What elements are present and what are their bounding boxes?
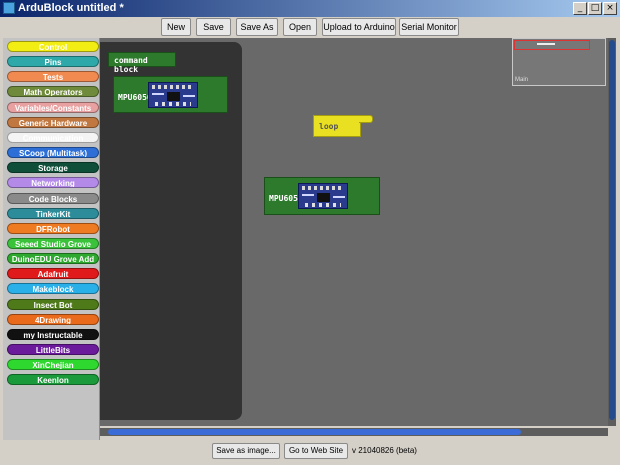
palette-category-control[interactable]: Control [7, 41, 99, 52]
minimap[interactable]: Main [512, 38, 606, 86]
palette-category-keenlon[interactable]: Keenlon [7, 374, 99, 386]
palette-category-tinkerkit[interactable]: TinkerKit [7, 207, 99, 219]
palette-category-code-blocks[interactable]: Code Blocks [7, 192, 99, 204]
palette-category-variables-constants[interactable]: Variables/Constants [7, 101, 99, 113]
palette-category-adafruit[interactable]: Adafruit [7, 268, 99, 280]
loop-block[interactable]: loop [313, 115, 361, 137]
palette-category-xinchejian[interactable]: XinChejian [7, 359, 99, 371]
upload-to-arduino-button[interactable]: Upload to Arduino [322, 18, 396, 36]
vertical-scrollbar[interactable] [608, 38, 616, 426]
palette-category-littlebits[interactable]: LittleBits [7, 344, 99, 355]
drawer-mpu6050-label: MPU6050 [118, 93, 152, 102]
maximize-icon[interactable]: □ [588, 2, 602, 15]
palette-category-storage[interactable]: Storage [7, 162, 99, 174]
window-title: ArduBlock untitled * [18, 2, 124, 14]
go-to-web-site-button[interactable]: Go to Web Site [284, 443, 348, 459]
palette-category-insect-bot[interactable]: Insect Bot [7, 298, 99, 310]
palette-category-dfrobot[interactable]: DFRobot [7, 222, 99, 234]
close-icon[interactable]: × [603, 2, 617, 15]
minimap-block [537, 43, 555, 45]
palette-category-seeed-studio-grove[interactable]: Seeed Studio Grove [7, 237, 99, 249]
minimize-icon[interactable]: _ [573, 2, 587, 15]
new-button[interactable]: New [161, 18, 191, 36]
command-block[interactable]: command block [108, 52, 176, 74]
toolbar: New Save Save As Open Upload to Arduino … [0, 17, 620, 38]
palette-category-my-instructable[interactable]: my Instructable [7, 328, 99, 340]
palette-category-tests[interactable]: Tests [7, 71, 99, 83]
horizontal-scroll-thumb[interactable] [108, 429, 521, 435]
palette-category-duinoedu-grove-add[interactable]: DuinoEDU Grove Add [7, 253, 99, 265]
palette-category-pins[interactable]: Pins [7, 56, 99, 68]
palette-category-communication[interactable]: Communication [7, 131, 99, 143]
palette-category-generic-hardware[interactable]: Generic Hardware [7, 116, 99, 128]
loop-block-label: loop [319, 122, 339, 131]
vertical-scroll-thumb[interactable] [609, 40, 615, 420]
palette-category-scoop-multitask[interactable]: SCoop (Multitask) [7, 147, 99, 159]
command-block-label: command block [114, 56, 148, 74]
bottom-bar: Save as image... Go to Web Site v 210408… [0, 440, 620, 465]
palette-category-networking[interactable]: Networking [7, 177, 99, 189]
loop-block-notch [359, 115, 373, 123]
palette-category-makeblock[interactable]: Makeblock [7, 283, 99, 295]
palette-category-math-operators[interactable]: Math Operators [7, 86, 99, 98]
app-icon [3, 2, 15, 14]
version-label: v 21040826 (beta) [352, 446, 417, 455]
minimap-label: Main [515, 77, 529, 83]
title-bar: ArduBlock untitled * _ □ × [0, 0, 620, 17]
palette-category-4drawing[interactable]: 4Drawing [7, 313, 99, 325]
horizontal-scrollbar[interactable] [100, 428, 608, 436]
canvas-mpu6050-block[interactable]: MPU6050 [264, 177, 380, 215]
mpu6050-board-icon [148, 82, 198, 108]
minimap-viewport[interactable] [514, 40, 590, 50]
open-button[interactable]: Open [283, 18, 317, 36]
save-as-button[interactable]: Save As [236, 18, 278, 36]
mpu6050-board-icon [298, 183, 348, 209]
serial-monitor-button[interactable]: Serial Monitor [399, 18, 459, 36]
drawer-mpu6050-block[interactable]: MPU6050 [113, 76, 228, 113]
save-as-image-button[interactable]: Save as image... [212, 443, 280, 459]
block-palette: Control Pins Tests Math Operators Variables/… [3, 38, 100, 440]
save-button[interactable]: Save [196, 18, 231, 36]
